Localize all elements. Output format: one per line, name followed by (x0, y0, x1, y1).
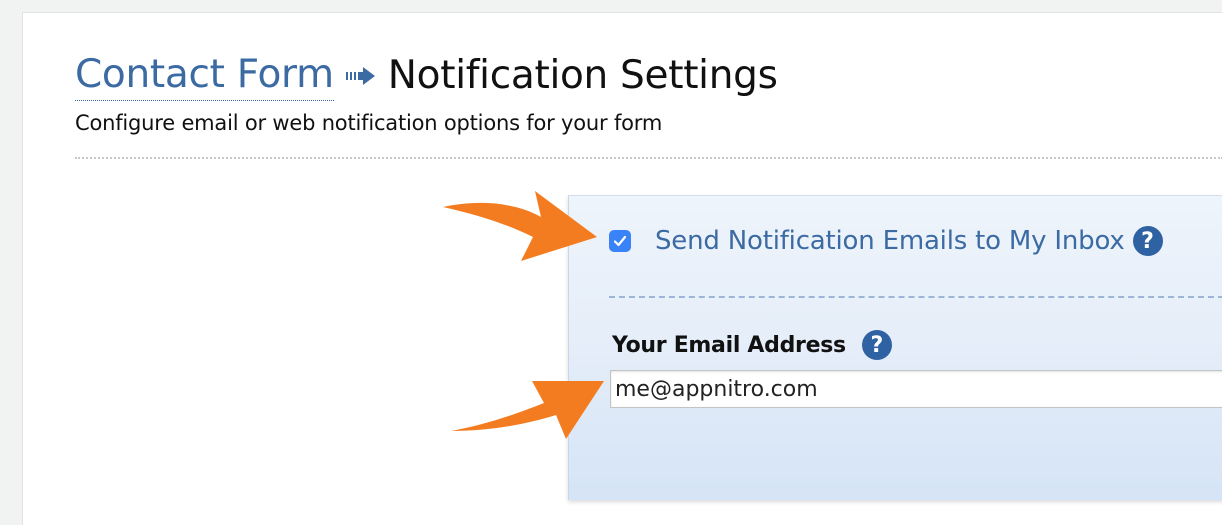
breadcrumb-contact-form-link[interactable]: Contact Form (75, 52, 334, 101)
header-divider (75, 157, 1222, 159)
question-circle-icon[interactable]: ? (861, 330, 892, 360)
panel-divider (609, 296, 1222, 298)
page-container: Contact Form Notification Settings Confi… (22, 12, 1222, 525)
orange-pointer-arrow-icon (451, 381, 604, 439)
breadcrumb: Contact Form Notification Settings (75, 51, 1222, 101)
question-circle-icon[interactable]: ? (1132, 226, 1163, 256)
page-header: Contact Form Notification Settings Confi… (75, 51, 1222, 135)
arrow-right-icon (345, 67, 375, 85)
orange-pointer-arrow-icon (443, 191, 597, 261)
send-notification-label[interactable]: Send Notification Emails to My Inbox (655, 226, 1125, 256)
send-notification-row: Send Notification Emails to My Inbox ? (609, 226, 1163, 256)
email-address-input[interactable] (610, 370, 1222, 408)
email-label-row: Your Email Address ? (612, 330, 892, 360)
send-notification-checkbox[interactable] (609, 230, 631, 252)
checkmark-icon (613, 235, 627, 247)
page-title: Notification Settings (387, 53, 778, 98)
email-address-label: Your Email Address (612, 332, 846, 358)
notification-settings-panel: Send Notification Emails to My Inbox ? Y… (568, 195, 1222, 500)
page-subtitle: Configure email or web notification opti… (75, 111, 663, 135)
